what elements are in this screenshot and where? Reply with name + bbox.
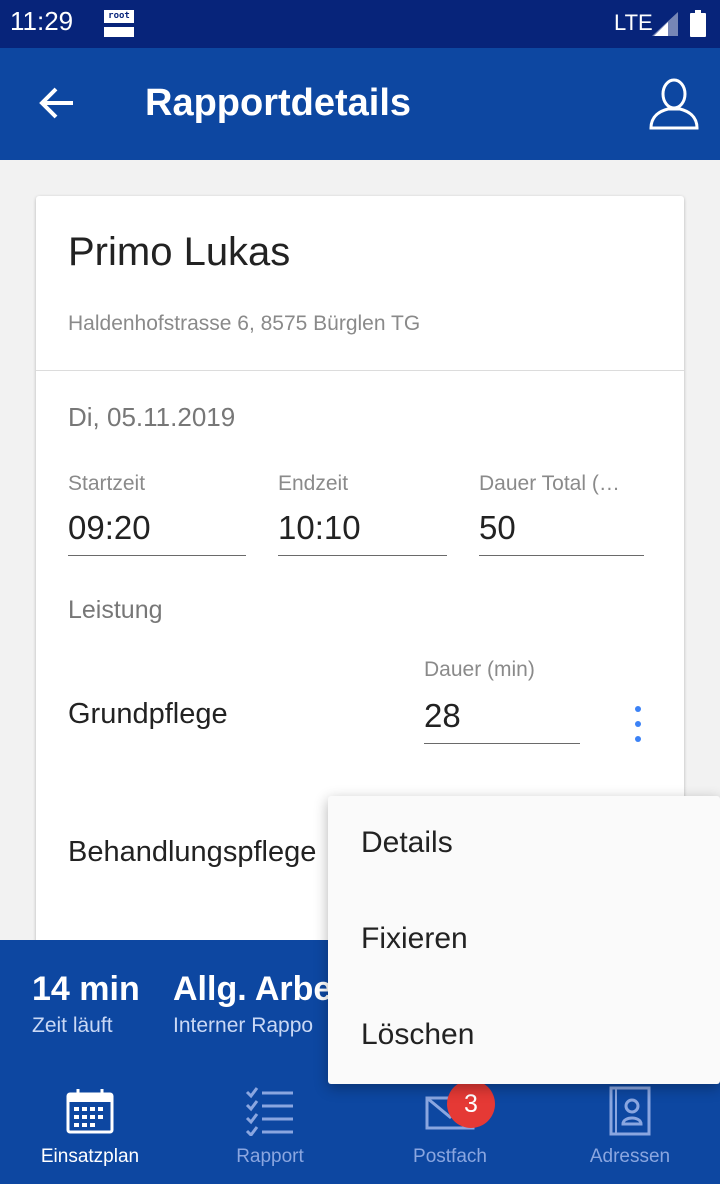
task-subtitle: Interner Rappo xyxy=(173,1014,314,1037)
menu-item-details[interactable]: Details xyxy=(328,796,720,892)
root-icon: root xyxy=(104,10,134,38)
start-time-field[interactable]: 09:20 xyxy=(68,506,246,556)
root-icon-label: root xyxy=(104,10,134,23)
nav-item-einsatzplan[interactable]: Einsatzplan xyxy=(0,1070,180,1184)
app-bar: Rapportdetails xyxy=(0,48,720,160)
services-section-label: Leistung xyxy=(68,596,163,624)
timer-label: Zeit läuft xyxy=(32,1014,113,1037)
service-name: Behandlungspflege xyxy=(68,836,317,868)
signal-icon xyxy=(652,12,678,36)
menu-item-label: Fixieren xyxy=(361,922,468,955)
calendar-icon xyxy=(66,1089,114,1134)
nav-label: Einsatzplan xyxy=(40,1146,140,1167)
menu-item-loeschen[interactable]: Löschen xyxy=(328,988,720,1084)
timer-value: 14 min xyxy=(32,970,140,1008)
service-name: Grundpflege xyxy=(68,698,228,730)
menu-item-label: Details xyxy=(361,826,453,859)
unread-badge: 3 xyxy=(447,1080,495,1128)
bottom-nav: Einsatzplan Rapport Postfach Adressen xyxy=(0,1070,720,1184)
profile-button[interactable] xyxy=(646,76,702,132)
service-duration-field[interactable]: 28 xyxy=(424,694,580,744)
total-duration-label: Dauer Total (… xyxy=(479,472,620,495)
end-time-label: Endzeit xyxy=(278,472,349,495)
more-vert-icon[interactable] xyxy=(626,704,650,744)
status-bar: 11:29 root LTE xyxy=(0,0,720,48)
back-button[interactable] xyxy=(32,78,82,128)
nav-label: Postfach xyxy=(413,1146,487,1167)
menu-item-fixieren[interactable]: Fixieren xyxy=(328,892,720,988)
duration-label: Dauer (min) xyxy=(424,658,535,681)
nav-item-rapport[interactable]: Rapport xyxy=(180,1070,360,1184)
client-address: Haldenhofstrasse 6, 8575 Bürglen TG xyxy=(68,312,421,335)
start-time-label: Startzeit xyxy=(68,472,146,495)
checklist-icon xyxy=(245,1087,293,1136)
report-date: Di, 05.11.2019 xyxy=(68,402,236,432)
nav-item-adressen[interactable]: Adressen xyxy=(540,1070,720,1184)
total-duration-field[interactable]: 50 xyxy=(479,506,644,556)
nav-label: Adressen xyxy=(589,1146,671,1167)
task-title: Allg. Arbe xyxy=(173,970,333,1008)
end-time-field[interactable]: 10:10 xyxy=(278,506,447,556)
arrow-left-icon xyxy=(39,87,73,119)
person-outline-icon xyxy=(649,78,699,130)
contact-book-icon xyxy=(609,1086,651,1136)
menu-item-label: Löschen xyxy=(361,1018,475,1051)
nav-label: Rapport xyxy=(236,1146,304,1167)
nav-item-postfach[interactable]: Postfach xyxy=(360,1070,540,1184)
status-time: 11:29 xyxy=(10,6,74,36)
divider xyxy=(36,370,684,371)
page-title: Rapportdetails xyxy=(145,82,412,124)
network-type: LTE xyxy=(614,10,653,35)
client-name: Primo Lukas xyxy=(68,230,291,274)
battery-icon xyxy=(690,10,706,38)
context-menu: Details Fixieren Löschen xyxy=(328,796,720,1084)
